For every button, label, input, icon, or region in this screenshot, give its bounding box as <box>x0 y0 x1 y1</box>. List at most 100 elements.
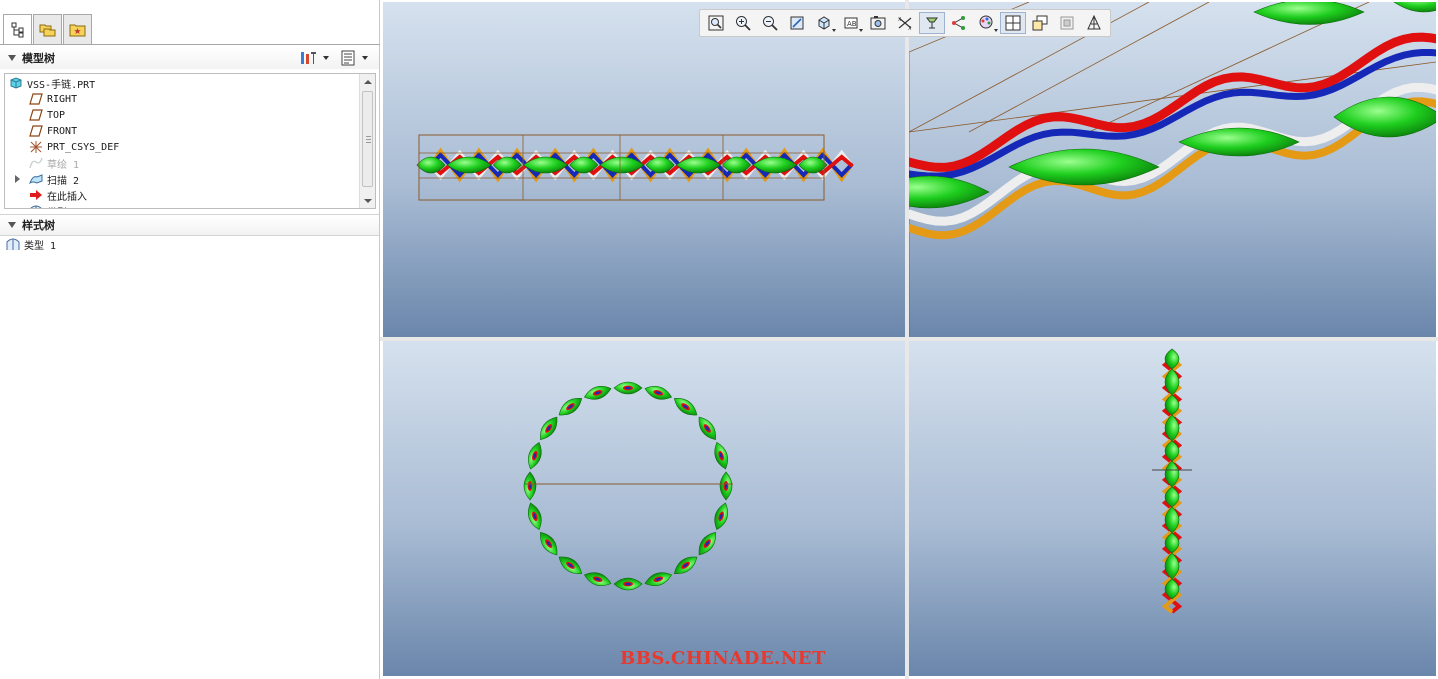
point-display-icon <box>951 15 967 31</box>
zoom-in-icon <box>735 15 751 31</box>
tree-item-5[interactable]: 草绘 1 <box>5 155 359 171</box>
viewport-divider-horizontal[interactable] <box>380 337 1438 341</box>
viewport-top-view[interactable] <box>383 341 905 676</box>
grip-line <box>366 139 371 140</box>
datum-display-icon: XX <box>897 15 913 31</box>
datum-display-button[interactable]: XX <box>892 12 918 34</box>
graphics-toolbar: AB X X <box>699 9 1111 37</box>
tree-item-4[interactable]: PRT_CSYS_DEF <box>5 139 359 155</box>
annotation-display-icon: AB <box>843 15 859 31</box>
saved-orientations-button[interactable] <box>865 12 891 34</box>
scroll-down-button[interactable] <box>360 193 375 208</box>
datum-plane-icon <box>29 92 43 106</box>
dropdown-arrow-icon[interactable] <box>859 29 863 32</box>
right-view-model[interactable] <box>909 341 1436 676</box>
navigator-tabs <box>3 14 93 45</box>
tree-item-3[interactable]: FRONT <box>5 123 359 139</box>
section-icon <box>1059 15 1075 31</box>
tree-item-label: 草绘 1 <box>47 159 80 171</box>
svg-text:X: X <box>908 26 912 31</box>
tree-item-1[interactable]: RIGHT <box>5 91 359 107</box>
tree-columns-button[interactable] <box>338 49 358 67</box>
repaint-button[interactable] <box>784 12 810 34</box>
tree-item-0[interactable]: VSS-手链.PRT <box>5 75 359 91</box>
tree-item-7[interactable]: 在此插入 <box>5 187 359 203</box>
display-style-button[interactable] <box>811 12 837 34</box>
tree-item-label: PRT_CSYS_DEF <box>47 141 120 153</box>
tree-item-label: 扫描 2 <box>47 175 80 187</box>
model-tree-title: 模型树 <box>22 52 55 65</box>
grip-line <box>366 142 371 143</box>
zoom-in-button[interactable] <box>730 12 756 34</box>
style-tree-title: 样式树 <box>22 219 55 232</box>
saved-views-icon <box>870 15 886 31</box>
appearance-icon <box>978 15 994 31</box>
viewport-front-view[interactable] <box>383 2 905 337</box>
perspective-button[interactable] <box>1081 12 1107 34</box>
scroll-up-button[interactable] <box>360 74 375 89</box>
insert-here-arrow-icon <box>29 188 43 202</box>
model-tree-header[interactable]: 模型树 <box>0 47 379 69</box>
bracelet-top-view <box>523 381 733 591</box>
bracelet-front-view <box>416 134 854 201</box>
tab-underline <box>0 44 380 45</box>
tree-item-label: 在此插入 <box>47 191 87 203</box>
zoom-out-icon <box>762 15 778 31</box>
navigator-panel: 模型树 VSS-手链.PRT RIGHT TOP FRONT PRT_CSYS_DEF 草… <box>0 0 380 679</box>
annotation-display-button[interactable]: AB <box>838 12 864 34</box>
viewport-isometric-view[interactable] <box>909 2 1436 337</box>
tree-item-label: FRONT <box>47 125 78 137</box>
datum-plane-icon <box>29 124 43 138</box>
svg-text:X: X <box>898 17 902 23</box>
viewport-right-view[interactable] <box>909 341 1436 676</box>
tree-settings-dropdown-icon[interactable] <box>323 56 329 60</box>
front-view-model[interactable] <box>383 2 905 337</box>
style-tree-header[interactable]: 样式树 <box>0 214 379 236</box>
isometric-view-model[interactable] <box>909 2 1436 337</box>
appearance-button[interactable] <box>973 12 999 34</box>
tree-item-label: TOP <box>47 109 66 121</box>
favorites-tab[interactable] <box>63 14 92 44</box>
point-display-button[interactable] <box>946 12 972 34</box>
spin-center-button[interactable] <box>919 12 945 34</box>
tree-item-6[interactable]: 扫描 2 <box>5 171 359 187</box>
collapse-triangle-icon[interactable] <box>8 222 16 228</box>
arrow-up-icon <box>363 79 372 84</box>
tree-columns-dropdown-icon[interactable] <box>362 56 368 60</box>
sweep-icon <box>29 172 43 186</box>
expand-arrow-icon[interactable] <box>15 175 20 183</box>
top-view-model[interactable] <box>383 341 905 676</box>
bracelet-right-view <box>1152 348 1192 614</box>
tree-item-2[interactable]: TOP <box>5 107 359 123</box>
arrow-down-icon <box>363 198 372 203</box>
folders-icon <box>39 24 55 36</box>
zoom-out-button[interactable] <box>757 12 783 34</box>
four-view-button[interactable] <box>1000 12 1026 34</box>
dropdown-arrow-icon[interactable] <box>994 29 998 32</box>
tree-columns-icon <box>341 50 355 66</box>
four-view-icon <box>1005 15 1021 31</box>
refit-button[interactable] <box>703 12 729 34</box>
section-button[interactable] <box>1054 12 1080 34</box>
style-tree-item[interactable]: 类型 1 <box>6 236 56 252</box>
watermark-text: BBS.CHINADE.NET <box>620 648 826 669</box>
collapse-triangle-icon[interactable] <box>8 55 16 61</box>
dropdown-arrow-icon[interactable] <box>832 29 836 32</box>
model-tree-tab[interactable] <box>3 14 32 45</box>
tree-settings-button[interactable] <box>299 49 319 67</box>
refit-icon <box>708 15 724 31</box>
perspective-icon <box>1086 15 1102 31</box>
scroll-thumb[interactable] <box>362 91 373 187</box>
view-manager-icon <box>1032 15 1048 31</box>
layers-tab[interactable] <box>33 14 62 44</box>
model-tree-tools <box>299 49 373 67</box>
bracelet-isometric-view <box>909 2 1436 337</box>
style-tree-item-label: 类型 1 <box>24 240 57 252</box>
tree-item-8[interactable]: 类型 1 <box>5 203 359 208</box>
display-style-icon <box>816 15 832 31</box>
tree-scrollbar[interactable] <box>359 74 375 208</box>
view-manager-button[interactable] <box>1027 12 1053 34</box>
grip-line <box>366 136 371 137</box>
sketch-icon <box>29 156 43 170</box>
part-icon <box>9 76 23 90</box>
